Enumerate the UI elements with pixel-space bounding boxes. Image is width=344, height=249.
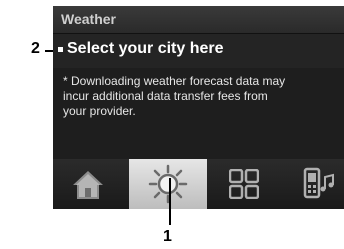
notice-line: * Downloading weather forecast data may [63,74,286,88]
tab-home[interactable] [53,159,131,209]
phone-screen: Weather Select your city here * Download… [53,6,344,209]
tab-bar [53,159,344,209]
callout-label-2: 2 [31,40,40,57]
select-city-button[interactable]: Select your city here [53,34,344,68]
data-fee-notice: * Downloading weather forecast data may … [63,74,339,119]
callout-line-1 [169,178,171,225]
house-icon [73,171,103,199]
notice-line: your provider. [63,104,136,118]
tab-weather[interactable] [129,159,207,209]
phone-music-icon [303,167,334,199]
app-title: Weather [61,11,116,27]
grid-icon [229,169,259,199]
callout-label-1: 1 [163,228,172,245]
select-city-label: Select your city here [67,40,224,57]
bullet-icon [58,47,63,52]
title-bar: Weather [53,6,344,34]
figure: 2 Weather Select your city here * Downlo… [0,0,344,249]
tab-apps[interactable] [205,159,283,209]
sun-icon [148,164,188,204]
notice-line: incur additional data transfer fees from [63,89,268,103]
tab-music[interactable] [281,159,344,209]
